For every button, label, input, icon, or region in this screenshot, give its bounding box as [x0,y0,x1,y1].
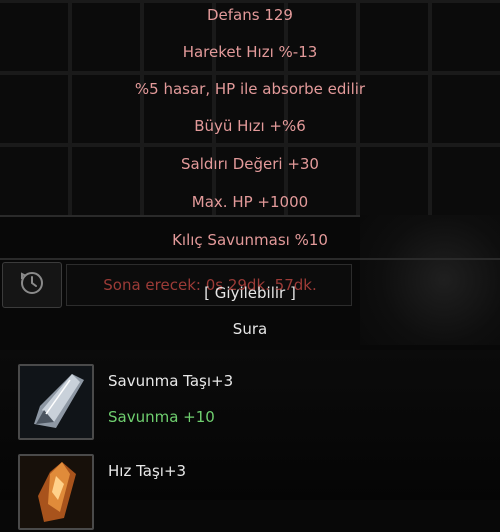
inventory-grid [0,0,500,215]
socket-list: Savunma Taşı+3 Savunma +10 Hız Taşı+3 [0,350,500,530]
stone-name: Savunma Taşı+3 [108,372,234,390]
divider [0,258,500,260]
stone-slot[interactable] [18,364,94,440]
stone-name: Hız Taşı+3 [108,462,187,480]
speed-stone-icon [20,456,92,532]
timer-icon [19,270,45,300]
ornament-panel [360,215,500,345]
expiry-panel [66,264,352,306]
stone-bonus: Savunma +10 [108,408,215,426]
timer-button[interactable] [2,262,62,308]
stone-slot[interactable] [18,454,94,530]
defense-stone-icon [20,366,92,442]
